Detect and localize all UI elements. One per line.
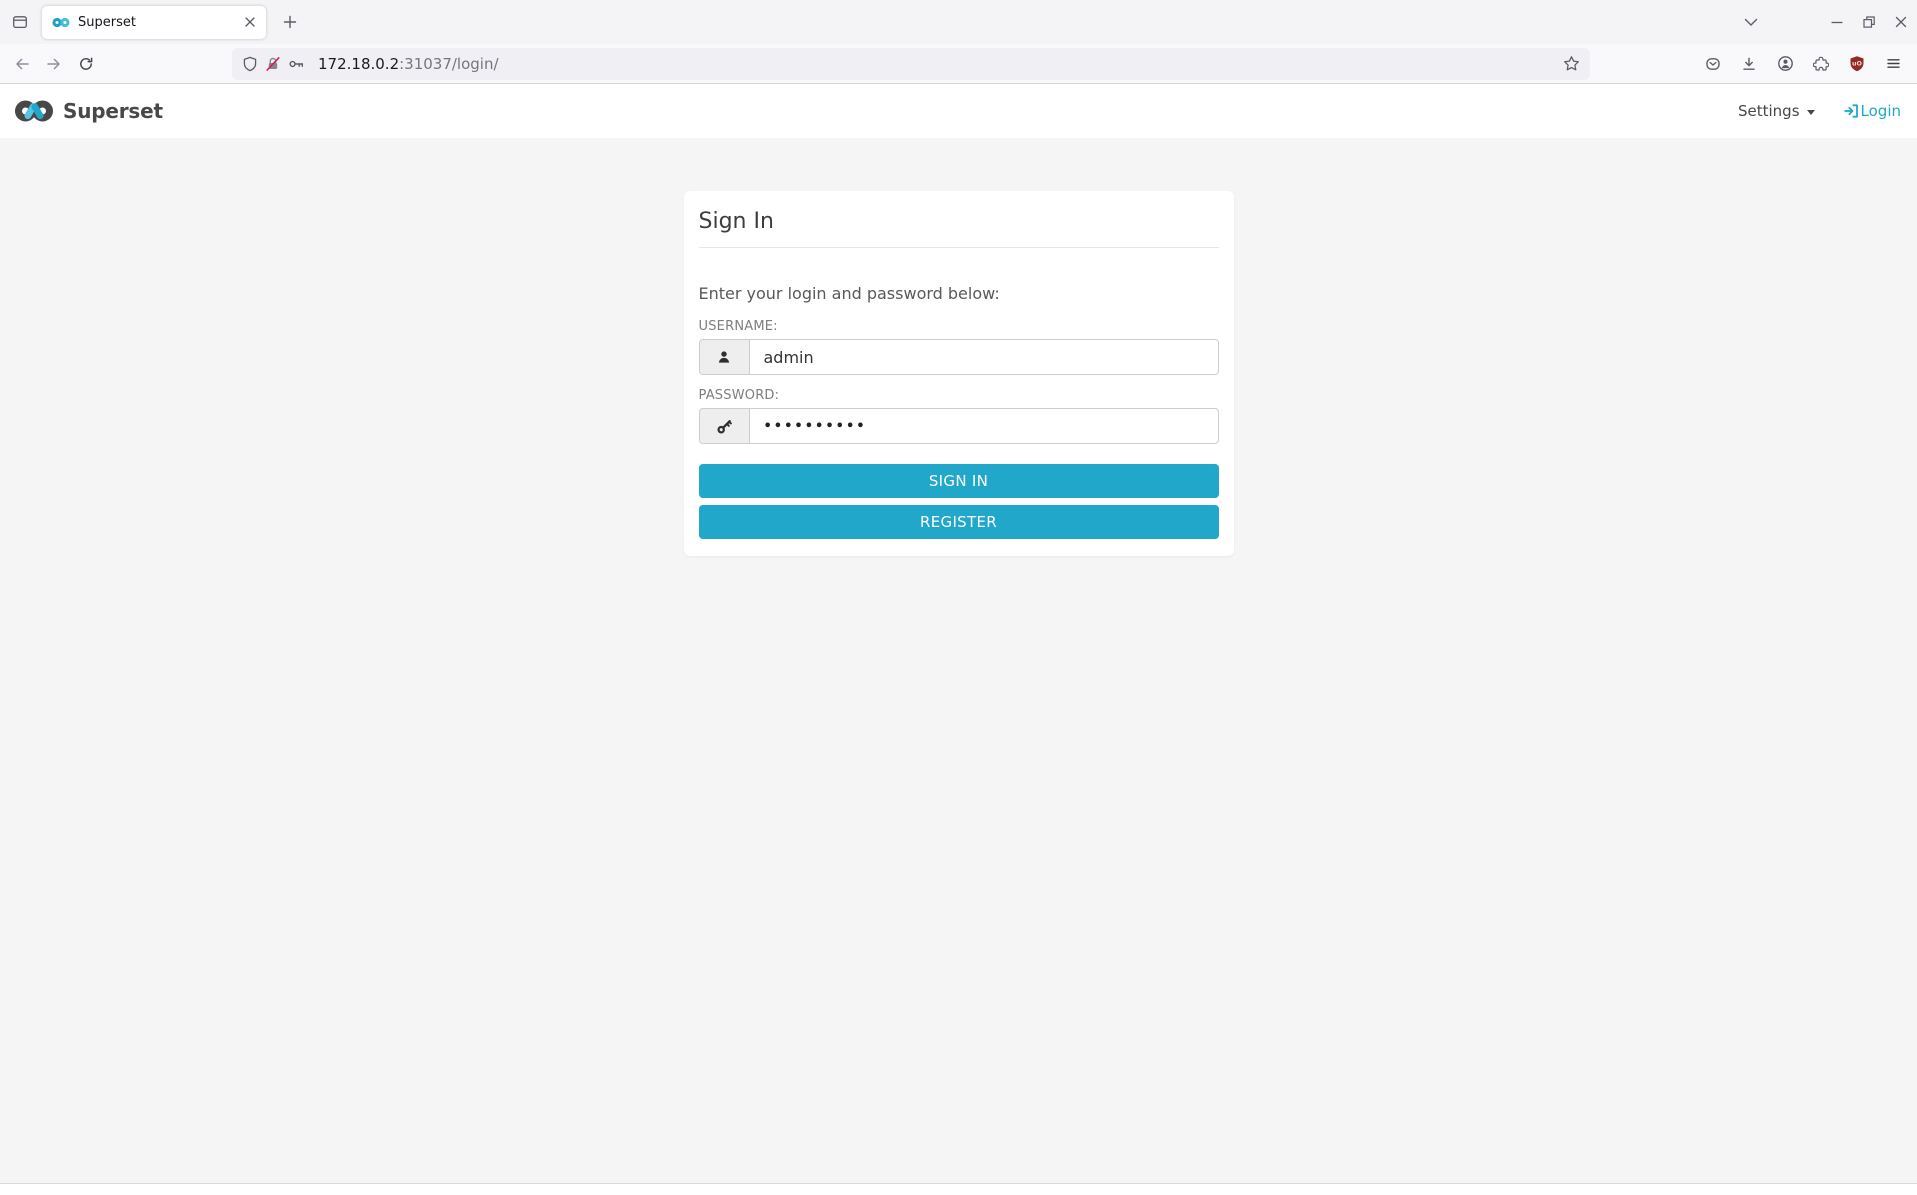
page-footer (0, 1183, 1917, 1195)
firefox-view-icon (12, 14, 28, 30)
application-menu-button[interactable] (1875, 49, 1911, 79)
download-icon (1741, 56, 1757, 72)
card-body: Enter your login and password below: USE… (699, 248, 1219, 539)
extensions-button[interactable] (1803, 49, 1839, 79)
card-description: Enter your login and password below: (699, 284, 1219, 303)
ublock-origin-button[interactable]: uO (1839, 49, 1875, 79)
forward-button[interactable] (38, 49, 70, 79)
password-input-group (699, 408, 1219, 444)
url-bar[interactable]: 172.18.0.2:31037/login/ (232, 48, 1590, 80)
login-label: Login (1861, 102, 1901, 120)
caret-down-icon (1807, 110, 1815, 115)
minimize-button[interactable] (1821, 7, 1853, 37)
settings-label: Settings (1738, 102, 1800, 120)
url-path: :31037/login/ (399, 55, 498, 73)
user-icon (700, 340, 750, 374)
restore-icon (1862, 15, 1876, 29)
url-host: 172.18.0.2 (318, 55, 399, 73)
tracking-protection-shield-icon[interactable] (242, 56, 258, 72)
superset-favicon (52, 17, 70, 28)
tab-bar: Superset (0, 0, 1917, 44)
account-button[interactable] (1767, 49, 1803, 79)
username-input-group (699, 339, 1219, 375)
hamburger-menu-icon (1886, 56, 1901, 71)
list-all-tabs-button[interactable] (1735, 7, 1767, 37)
superset-brand[interactable]: Superset (14, 99, 163, 123)
account-icon (1777, 55, 1794, 72)
close-window-button[interactable] (1885, 7, 1917, 37)
pocket-button[interactable] (1695, 49, 1731, 79)
insecure-connection-icon[interactable] (265, 56, 281, 72)
tab-title: Superset (78, 15, 232, 30)
forward-arrow-icon (46, 56, 62, 72)
bookmark-star-button[interactable] (1563, 55, 1580, 72)
settings-menu[interactable]: Settings (1738, 102, 1815, 120)
sign-in-card: Sign In Enter your login and password be… (684, 191, 1234, 556)
reload-icon (78, 56, 94, 72)
pocket-icon (1705, 56, 1721, 72)
superset-navbar: Superset Settings Login (0, 84, 1917, 138)
navigation-toolbar: 172.18.0.2:31037/login/ (0, 44, 1917, 84)
key-icon (700, 409, 750, 443)
tab-close-button[interactable] (240, 12, 260, 32)
back-arrow-icon (14, 56, 30, 72)
plus-icon (283, 15, 297, 29)
saved-login-key-icon[interactable] (288, 56, 305, 72)
browser-window: Superset (0, 0, 1917, 1195)
navbar-right: Settings Login (1738, 102, 1901, 120)
url-text[interactable]: 172.18.0.2:31037/login/ (318, 55, 1556, 73)
reload-button[interactable] (70, 49, 102, 79)
register-button[interactable]: REGISTER (699, 505, 1219, 539)
restore-window-button[interactable] (1853, 7, 1885, 37)
back-button[interactable] (6, 49, 38, 79)
card-title: Sign In (699, 209, 1219, 234)
browser-tab-superset[interactable]: Superset (42, 6, 266, 39)
toolbar-extensions-area: uO (1695, 49, 1911, 79)
downloads-button[interactable] (1731, 49, 1767, 79)
svg-text:uO: uO (1852, 59, 1863, 67)
ublock-origin-icon: uO (1848, 55, 1866, 73)
brand-name: Superset (63, 99, 163, 123)
password-label: PASSWORD: (699, 388, 1219, 403)
page-content: Sign In Enter your login and password be… (0, 138, 1917, 1183)
chevron-down-icon (1744, 18, 1758, 27)
puzzle-piece-icon (1813, 56, 1829, 72)
login-link[interactable]: Login (1843, 102, 1901, 120)
password-input[interactable] (750, 409, 1218, 443)
sign-in-button[interactable]: SIGN IN (699, 464, 1219, 498)
close-icon (1895, 16, 1907, 28)
sign-in-icon (1843, 103, 1859, 119)
firefox-view-button[interactable] (4, 7, 36, 37)
minimize-icon (1830, 15, 1844, 29)
superset-logo-icon (14, 99, 54, 123)
username-input[interactable] (750, 340, 1218, 374)
new-tab-button[interactable] (274, 7, 306, 37)
username-label: USERNAME: (699, 319, 1219, 334)
